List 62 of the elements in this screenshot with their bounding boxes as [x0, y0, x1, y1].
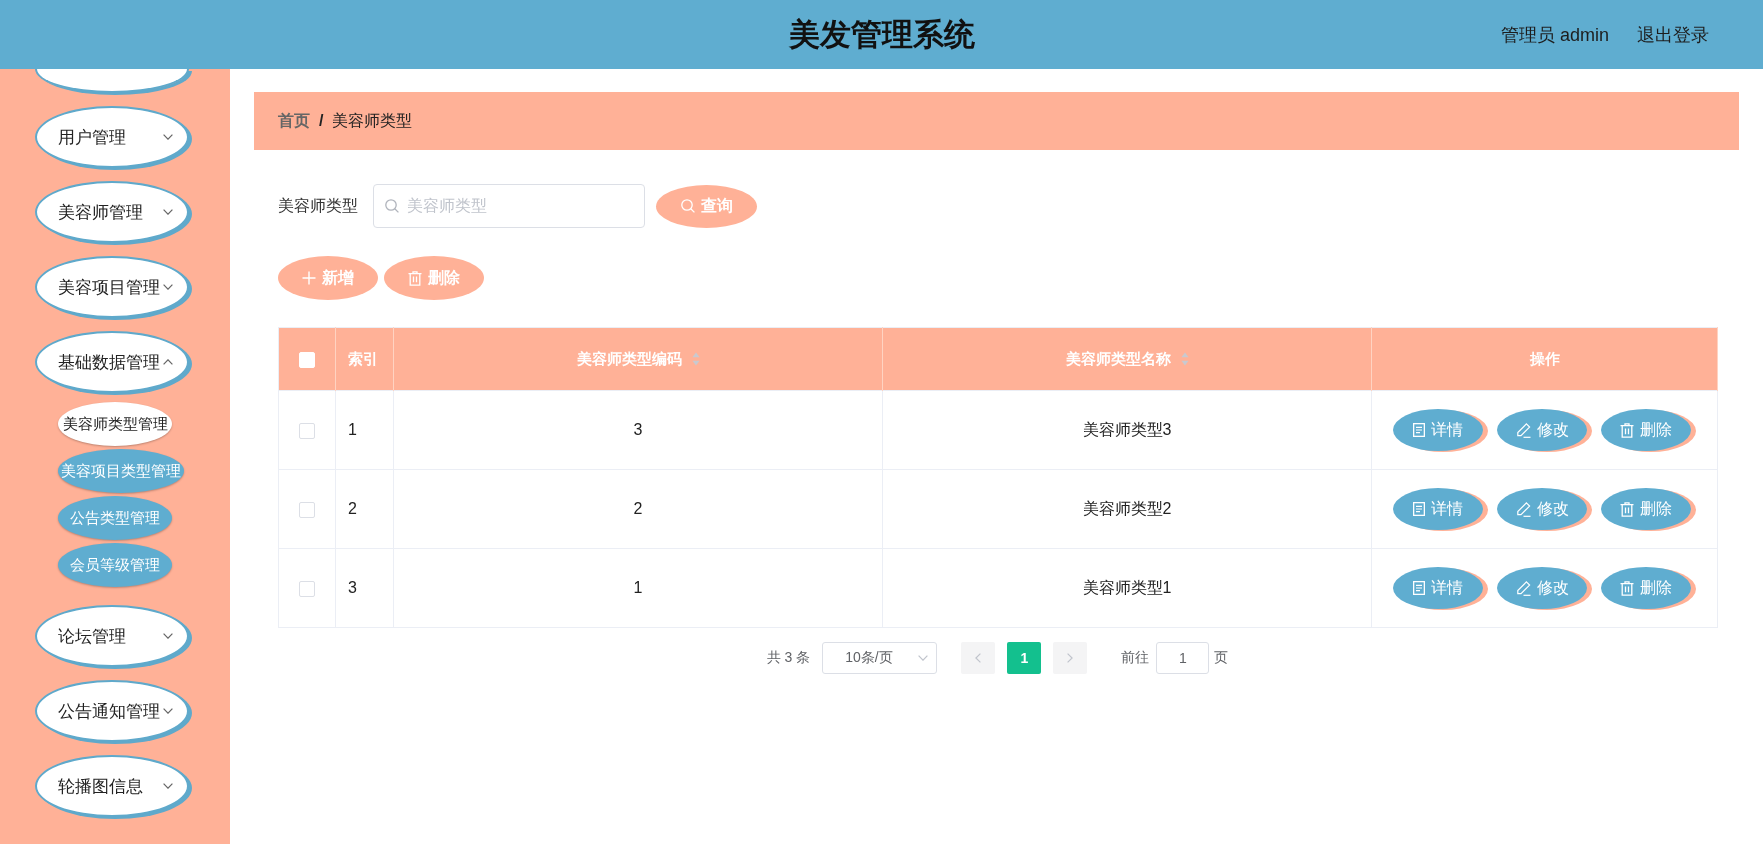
sidebar-item[interactable]: 用户管理 [35, 106, 189, 168]
app-title: 美发管理系统 [788, 15, 975, 54]
submenu-item[interactable]: 公告类型管理 [58, 496, 172, 540]
table-cell: 3 [335, 548, 394, 628]
table-cell: 美容师类型2 [882, 469, 1372, 549]
row-checkbox[interactable] [299, 501, 315, 518]
page-suffix-label: 页 [1214, 649, 1229, 667]
trash-icon [408, 270, 422, 286]
pencil-icon [1515, 501, 1531, 517]
table-cell: 1 [335, 390, 394, 470]
page-input[interactable]: 1 [1156, 642, 1210, 674]
trash-icon [1620, 580, 1634, 596]
chevron-down-icon [918, 655, 929, 661]
filter-label: 美容师类型 [278, 195, 358, 216]
sidebar-item[interactable]: 美容项目管理 [35, 256, 189, 318]
column-header: 美容师类型编码 [576, 349, 682, 369]
total-count: 共 3 条 [766, 649, 811, 667]
table-cell: 美容师类型1 [882, 548, 1372, 628]
submenu-item[interactable]: 美容师类型管理 [58, 402, 172, 446]
plus-icon [302, 271, 316, 285]
trash-icon [1620, 501, 1634, 517]
column-header: 美容师类型名称 [1065, 349, 1171, 369]
search-icon [680, 199, 695, 213]
document-icon [1413, 502, 1425, 516]
breadcrumb-separator: / [319, 112, 324, 130]
table-cell: 2 [335, 469, 394, 549]
column-header: 索引 [348, 349, 378, 369]
chevron-left-icon [975, 653, 982, 663]
submenu-item[interactable]: 美容项目类型管理 [58, 449, 184, 493]
page-size-select[interactable]: 10条/页 [822, 642, 938, 674]
breadcrumb-current: 美容师类型 [332, 110, 413, 131]
page-button[interactable]: 1 [1007, 642, 1042, 674]
chevron-right-icon [1067, 653, 1074, 663]
breadcrumb-link[interactable]: 首页 [278, 110, 310, 132]
search-field[interactable]: 美容师类型 [373, 184, 645, 228]
document-icon [1413, 423, 1425, 437]
table-cell: 3 [393, 390, 883, 470]
column-header: 操作 [1529, 349, 1560, 369]
user-label: 管理员 admin [1500, 23, 1609, 47]
select-all-checkbox[interactable] [299, 351, 315, 368]
menu-item-edge[interactable] [35, 69, 189, 93]
sidebar-item[interactable]: 论坛管理 [35, 605, 189, 667]
query-button[interactable]: 查询 [656, 184, 757, 228]
search-icon [385, 199, 399, 213]
table-cell: 美容师类型3 [882, 390, 1372, 470]
submenu-item[interactable]: 会员等级管理 [58, 543, 172, 587]
table-cell: 2 [393, 469, 883, 549]
sidebar-item[interactable]: 美容师管理 [35, 181, 189, 243]
sidebar-item[interactable]: 轮播图信息 [35, 755, 189, 817]
document-icon [1413, 581, 1425, 595]
pencil-icon [1515, 422, 1531, 438]
trash-icon [1620, 422, 1634, 438]
delete-button[interactable]: 删除 [384, 256, 484, 300]
goto-label: 前往 [1121, 649, 1150, 667]
row-checkbox[interactable] [299, 422, 315, 439]
row-checkbox[interactable] [299, 580, 315, 597]
sidebar-item[interactable]: 基础数据管理 [35, 331, 189, 393]
logout-link[interactable]: 退出登录 [1637, 22, 1709, 47]
table-cell: 1 [393, 548, 883, 628]
pencil-icon [1515, 580, 1531, 596]
add-button[interactable]: 新增 [278, 256, 378, 300]
sidebar-item[interactable]: 公告通知管理 [35, 680, 189, 742]
